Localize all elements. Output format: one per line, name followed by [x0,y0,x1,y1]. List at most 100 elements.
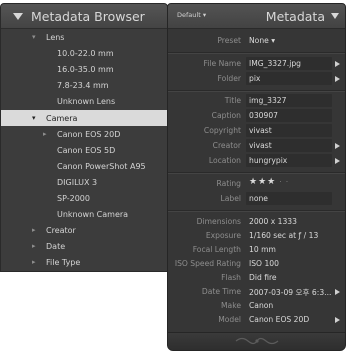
arrow-right-icon[interactable] [335,289,340,295]
creator-row[interactable]: Creator vivast [168,139,345,153]
tree-item[interactable]: Canon PowerShot A95 [1,158,167,174]
tree-item-label: 7.8-23.4 mm [57,81,109,91]
arrow-right-icon[interactable] [335,317,340,323]
file-name-label: File Name [203,59,241,68]
star-empty-icon[interactable]: · [276,178,286,186]
tree-item-label: DIGILUX 3 [57,177,98,187]
exposure-row: Exposure 1/160 sec at ƒ / 13 [168,229,345,243]
flash-value: Did fire [249,273,277,282]
star-filled-icon[interactable]: ★ [249,177,258,187]
copyright-row[interactable]: Copyright vivast [168,124,345,138]
arrow-right-icon[interactable] [335,76,340,82]
label-value: none [249,194,268,203]
divider [168,90,345,92]
metadata-browser-header[interactable]: Metadata Browser [1,4,167,29]
preset-dropdown[interactable]: Default ▾ [177,11,206,19]
tree-item-label: File Type [46,258,81,268]
tree-category[interactable]: ▾ Lens [1,29,167,45]
creator-label: Creator [212,141,241,150]
title-label: Title [224,96,241,105]
location-value: hungrypix [249,156,288,165]
tree-category[interactable]: ▸ File Type [1,254,167,270]
tree-item[interactable]: Unknown Camera [1,206,167,222]
model-value: Canon EOS 20D [249,315,310,324]
metadata-browser-panel: Metadata Browser ▾ Lens 10.0-22.0 mm 16.0-3… [0,3,168,272]
title-value: img_3327 [249,96,287,105]
triangle-down-icon[interactable]: ▾ [32,114,36,122]
flash-label: Flash [221,273,241,282]
tree-item-label: Creator [46,226,76,236]
tree-item[interactable]: 10.0-22.0 mm [1,45,167,61]
tree-category[interactable]: ▸Location [1,271,167,272]
label-row[interactable]: Label none [168,192,345,206]
exposure-value: 1/160 sec at ƒ / 13 [249,231,319,240]
triangle-down-icon[interactable]: ▾ [32,33,36,41]
metadata-fields: Preset None ▾ File Name IMG_3327.jpg Fol… [168,29,345,334]
tree-item-label: 16.0-35.0 mm [57,65,114,75]
triangle-right-icon[interactable]: ▸ [32,242,36,250]
metadata-browser-title: Metadata Browser [31,8,145,24]
metadata-header[interactable]: Default ▾ Metadata [168,4,345,29]
star-filled-icon[interactable]: ★ [258,177,267,187]
tree-item[interactable]: 16.0-35.0 mm [1,61,167,77]
tree-item[interactable]: SP-2000 [1,190,167,206]
iso-value: ISO 100 [249,259,279,268]
arrow-right-icon[interactable] [335,143,340,149]
tree-category[interactable]: ▸ Date [1,238,167,254]
creator-value: vivast [249,141,272,150]
star-filled-icon[interactable]: ★ [267,177,276,187]
tree-item-label: Date [46,242,66,252]
model-row[interactable]: Model Canon EOS 20D [168,313,345,327]
iso-row: ISO Speed Rating ISO 100 [168,257,345,271]
tree-category[interactable]: ▾ Camera [1,109,167,126]
arrow-right-icon[interactable] [335,158,340,164]
tree-item[interactable]: Unknown Lens [1,93,167,109]
divider [168,52,345,54]
model-label: Model [218,315,241,324]
triangle-right-icon[interactable]: ▸ [32,226,36,234]
metadata-footer [168,332,345,350]
tree-item-label: Unknown Lens [57,97,116,107]
tree-item[interactable]: DIGILUX 3 [1,174,167,190]
file-name-row[interactable]: File Name IMG_3327.jpg [168,57,345,71]
tree-item-label: Canon EOS 20D [57,129,121,139]
caption-value: 030907 [249,111,278,120]
tree-item[interactable]: ▸ Canon EOS 20D [1,126,167,142]
title-row[interactable]: Title img_3327 [168,94,345,108]
triangle-right-icon[interactable]: ▸ [43,130,47,138]
date-time-row[interactable]: Date Time 2007-03-09 오후 6:3... [168,285,345,299]
caption-row[interactable]: Caption 030907 [168,109,345,123]
arrow-right-icon[interactable] [335,61,340,67]
dimensions-row: Dimensions 2000 x 1333 [168,215,345,229]
preset-value[interactable]: None ▾ [249,36,275,45]
rating-stars[interactable]: ★★★ · · [249,177,289,187]
make-value: Canon [249,301,274,310]
make-row: Make Canon [168,299,345,313]
location-row[interactable]: Location hungrypix [168,154,345,168]
folder-row[interactable]: Folder pix [168,72,345,86]
folder-value: pix [249,74,261,83]
star-empty-icon[interactable]: · [286,178,289,186]
date-time-value: 2007-03-09 오후 6:3... [249,288,332,297]
file-name-value: IMG_3327.jpg [249,59,301,68]
label-label: Label [220,194,242,203]
focal-length-value: 10 mm [249,245,276,254]
tree-item[interactable]: Canon EOS 5D [1,142,167,158]
triangle-right-icon[interactable]: ▸ [32,258,36,266]
tree-item[interactable]: 7.8-23.4 mm [1,77,167,93]
preset-label: Preset [217,36,241,45]
metadata-panel: Default ▾ Metadata Preset None ▾ File Na… [167,3,346,351]
tree-category[interactable]: ▸ Creator [1,222,167,238]
rating-row[interactable]: Rating ★★★ · · [168,177,345,191]
divider [168,172,345,174]
exposure-label: Exposure [205,231,241,240]
date-time-label: Date Time [201,287,241,296]
collapse-panel-icon[interactable] [331,13,339,19]
metadata-title: Metadata [265,9,325,24]
collapse-panel-icon[interactable] [13,12,23,20]
preset-row[interactable]: Preset None ▾ [168,34,345,48]
tree-item-label: Lens [46,33,65,42]
scroll-ornament-icon [235,337,278,345]
copyright-value: vivast [249,126,272,135]
tree-item-label: Unknown Camera [57,210,129,220]
